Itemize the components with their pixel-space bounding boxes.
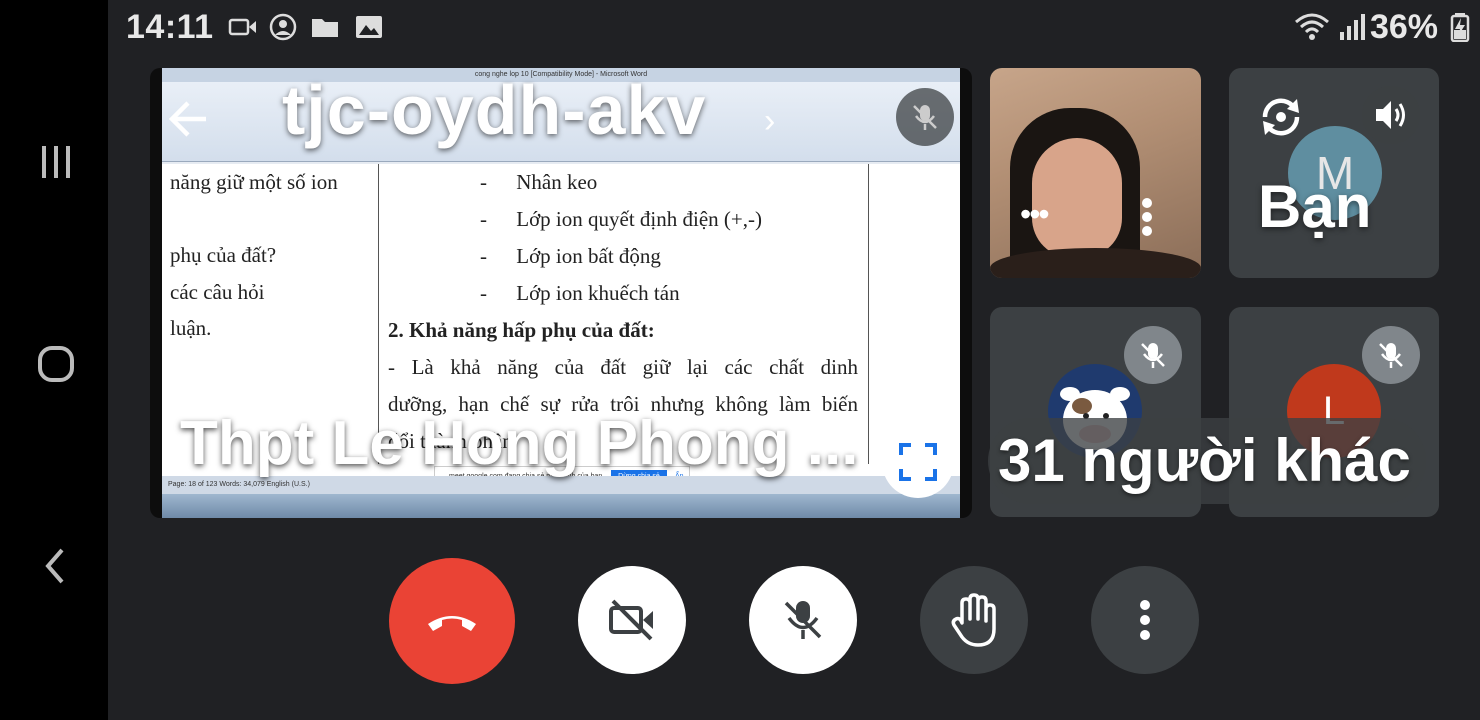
left-line xyxy=(170,201,380,238)
section-heading: 2. Khả năng hấp phụ của đất: xyxy=(388,318,655,342)
wifi-icon xyxy=(1295,13,1329,40)
signal-icon xyxy=(1340,14,1365,40)
volume-icon xyxy=(1376,101,1405,129)
participant-mic-muted xyxy=(1124,326,1182,384)
mic-off-icon xyxy=(784,601,822,639)
meeting-code[interactable]: tjc-oydh-akv xyxy=(282,70,706,150)
more-vert-icon xyxy=(1140,600,1150,640)
presenter-name: Thpt Le Hong Phong ... xyxy=(180,409,859,478)
account-icon xyxy=(269,13,297,41)
left-line: phụ của đất? xyxy=(170,243,277,267)
speaking-indicator-icon: ••• xyxy=(1020,196,1050,232)
bullet-item: - Lớp ion bất động xyxy=(480,244,661,268)
more-options-button[interactable] xyxy=(1091,566,1199,674)
left-line: các câu hỏi xyxy=(170,279,265,304)
more-vert-icon[interactable] xyxy=(1140,196,1154,246)
video-camera-icon xyxy=(228,18,256,36)
speaker-button[interactable] xyxy=(1362,86,1420,144)
windows-taskbar xyxy=(162,494,960,518)
bullet-item: - Lớp ion khuếch tán xyxy=(480,281,680,305)
recent-apps-icon[interactable] xyxy=(28,134,84,190)
folder-icon xyxy=(312,19,338,37)
mic-off-icon xyxy=(1379,343,1403,368)
battery-charging-icon xyxy=(1450,13,1470,42)
mic-off-icon xyxy=(1141,343,1165,368)
end-call-button[interactable] xyxy=(389,558,515,684)
paragraph-line: - Là khả năng của đất giữ lại các chất d… xyxy=(388,355,858,379)
mic-toggle-button[interactable] xyxy=(749,566,857,674)
left-line: luận. xyxy=(170,316,212,340)
status-bar: 14:11 36% xyxy=(108,0,1480,56)
switch-camera-button[interactable] xyxy=(1252,88,1310,146)
switch-camera-icon xyxy=(1262,98,1300,136)
left-column-text: năng giữ một số ion phụ của đất? các câu… xyxy=(170,164,380,347)
chevron-right-icon[interactable]: › xyxy=(764,102,775,141)
battery-percent: 36% xyxy=(1369,8,1438,46)
raise-hand-icon xyxy=(951,593,996,647)
camera-toggle-button[interactable] xyxy=(578,566,686,674)
back-arrow-icon[interactable] xyxy=(166,96,212,142)
self-label: Bạn xyxy=(1258,173,1372,240)
phone-hangup-icon xyxy=(428,616,476,631)
fullscreen-icon xyxy=(899,443,937,481)
bullet-item: - Lớp ion quyết định điện (+,-) xyxy=(480,207,762,231)
participant-tile-teacher[interactable] xyxy=(990,68,1201,278)
fullscreen-button[interactable] xyxy=(882,426,954,498)
back-nav-icon[interactable] xyxy=(28,538,84,594)
bullet-item: - Nhân keo xyxy=(480,170,598,194)
camera-off-icon xyxy=(609,599,653,641)
participant-mic-muted xyxy=(1362,326,1420,384)
clock: 14:11 xyxy=(126,8,214,46)
home-icon[interactable] xyxy=(28,336,84,392)
image-icon xyxy=(356,16,382,38)
android-nav-bar xyxy=(0,0,108,720)
mic-off-icon xyxy=(913,105,937,130)
left-line: năng giữ một số ion xyxy=(170,170,338,194)
others-count-label[interactable]: 31 người khác xyxy=(998,426,1411,495)
table-divider xyxy=(868,164,869,464)
raise-hand-button[interactable] xyxy=(920,566,1028,674)
presenter-mic-muted xyxy=(896,88,954,146)
